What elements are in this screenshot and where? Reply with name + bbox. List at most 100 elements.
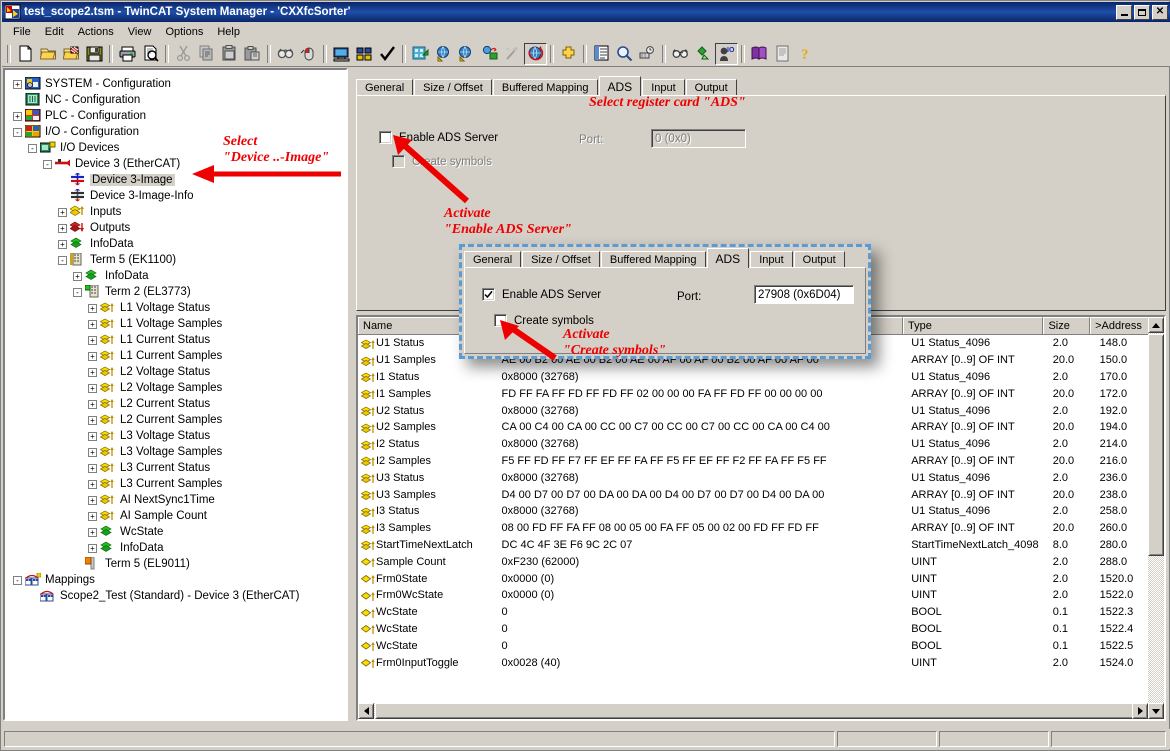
search-symbol-icon[interactable] — [613, 43, 636, 65]
minimize-button[interactable] — [1116, 4, 1132, 20]
menu-edit[interactable]: Edit — [38, 24, 71, 40]
scroll-right-button[interactable] — [1132, 703, 1148, 719]
tree-node[interactable]: + L3 Voltage Samples — [13, 444, 346, 460]
tree-node[interactable]: Scope2_Test (Standard) - Device 3 (Ether… — [13, 588, 346, 604]
enable-ads-server-checkbox[interactable] — [379, 131, 392, 144]
menu-options[interactable]: Options — [158, 24, 210, 40]
collapse-node-button[interactable]: - — [43, 159, 52, 169]
check-config-icon[interactable] — [376, 43, 399, 65]
tree-node[interactable]: + L3 Current Status — [13, 460, 346, 476]
expand-node-button[interactable]: + — [88, 511, 97, 521]
expand-node-button[interactable]: + — [58, 239, 67, 249]
table-row[interactable]: I2 Samples F5 FF FD FF F7 FF EF FF FA FF … — [358, 453, 1164, 470]
port-field[interactable]: 0 (0x0) — [651, 129, 746, 148]
tree-node[interactable]: - Mappings — [13, 572, 346, 588]
tree-node[interactable]: NC - Configuration — [13, 92, 346, 108]
tab-output[interactable]: Output — [685, 79, 737, 96]
tree-node[interactable]: + L3 Current Samples — [13, 476, 346, 492]
expand-node-button[interactable]: + — [88, 319, 97, 329]
expand-node-button[interactable]: + — [73, 271, 82, 281]
save-icon[interactable] — [83, 43, 106, 65]
expand-node-button[interactable]: + — [88, 335, 97, 345]
expand-node-button[interactable]: + — [58, 207, 67, 217]
tree-node[interactable]: + L1 Voltage Status — [13, 300, 346, 316]
expand-node-button[interactable]: + — [88, 527, 97, 537]
collapse-node-button[interactable]: - — [58, 255, 67, 265]
expand-node-button[interactable]: + — [13, 79, 22, 89]
tree-node[interactable]: + L2 Voltage Samples — [13, 380, 346, 396]
table-row[interactable]: U2 Samples CA 00 C4 00 CA 00 CC 00 C7 00 … — [358, 419, 1164, 436]
tab-ads[interactable]: ADS — [598, 76, 642, 96]
property-tab-strip[interactable]: General Size / Offset Buffered Mapping ADS I… — [356, 76, 738, 96]
collapse-node-button[interactable]: - — [13, 127, 22, 137]
overlay-tab-general[interactable]: General — [464, 251, 522, 268]
tree-node[interactable]: + PLC - Configuration — [13, 108, 346, 124]
tree-node[interactable]: + L1 Current Status — [13, 332, 346, 348]
table-row[interactable]: WcState 0 BOOL 0.1 1522.5 — [358, 637, 1164, 654]
table-row[interactable]: I3 Samples 08 00 FD FF FA FF 08 00 05 00 … — [358, 520, 1164, 537]
expand-node-button[interactable]: + — [88, 415, 97, 425]
table-row[interactable]: Frm0WcState 0x0000 (0) UINT 2.0 1522.0 — [358, 587, 1164, 604]
menu-actions[interactable]: Actions — [71, 24, 121, 40]
table-row[interactable]: StartTimeNextLatch DC 4C 4F 3E F6 9C 2C 0… — [358, 537, 1164, 554]
toggle-watch-icon[interactable] — [636, 43, 659, 65]
table-row[interactable]: U3 Status 0x8000 (32768) U1 Status_4096 2.0… — [358, 469, 1164, 486]
tree-node[interactable]: + AI Sample Count — [13, 508, 346, 524]
tree-node[interactable]: - Term 5 (EK1100) — [13, 252, 346, 268]
choose-target-icon[interactable] — [353, 43, 376, 65]
activate-config-icon[interactable] — [409, 43, 432, 65]
enable-ads-server-row[interactable]: Enable ADS Server — [379, 131, 498, 144]
overlay-port-field[interactable]: 27908 (0x6D04) — [754, 285, 854, 304]
expand-node-button[interactable]: + — [88, 351, 97, 361]
tree-node[interactable]: + L2 Voltage Status — [13, 364, 346, 380]
tree-node[interactable]: Device 3-Image — [13, 172, 346, 188]
eyeglasses-icon[interactable] — [669, 43, 692, 65]
tree-node[interactable]: + Outputs — [13, 220, 346, 236]
close-button[interactable]: ✕ — [1152, 4, 1168, 20]
tree-node[interactable]: + InfoData — [13, 540, 346, 556]
column-header-type[interactable]: Type — [903, 317, 1044, 334]
expand-node-button[interactable]: + — [58, 223, 67, 233]
tree-node[interactable]: + L2 Current Samples — [13, 412, 346, 428]
copy-icon[interactable] — [195, 43, 218, 65]
maximize-button[interactable] — [1134, 4, 1150, 20]
add-route-icon[interactable] — [557, 43, 580, 65]
table-body[interactable]: U1 Status 0x8000 (32768) U1 Status_4096 2.0… — [358, 335, 1164, 671]
tree-node[interactable]: - Term 2 (EL3773) — [13, 284, 346, 300]
table-row[interactable]: I1 Samples FD FF FA FF FD FF FD FF 02 00 … — [358, 385, 1164, 402]
tree-node[interactable]: Term 5 (EL9011) — [13, 556, 346, 572]
expand-node-button[interactable]: + — [88, 463, 97, 473]
collapse-node-button[interactable]: - — [28, 143, 37, 153]
expand-node-button[interactable]: + — [88, 399, 97, 409]
table-vertical-scrollbar[interactable] — [1148, 317, 1164, 719]
overlay-create-symbols-checkbox[interactable] — [494, 314, 507, 327]
table-row[interactable]: I2 Status 0x8000 (32768) U1 Status_4096 2.0… — [358, 436, 1164, 453]
print-preview-icon[interactable] — [139, 43, 162, 65]
overlay-enable-ads-server-row[interactable]: Enable ADS Server — [482, 288, 601, 301]
tree-node[interactable]: + AI NextSync1Time — [13, 492, 346, 508]
show-online-data-icon[interactable] — [590, 43, 613, 65]
overlay-tab-output[interactable]: Output — [793, 251, 845, 268]
tree-node[interactable]: + L2 Current Status — [13, 396, 346, 412]
overlay-tab-ads[interactable]: ADS — [706, 248, 750, 268]
mouse-select-icon[interactable] — [297, 43, 320, 65]
expand-node-button[interactable]: + — [88, 479, 97, 489]
symbol-table-panel[interactable]: NameOnlineTypeSize>Address U1 Status0x80… — [356, 315, 1166, 721]
overlay-tab-strip[interactable]: General Size / Offset Buffered Mapping ADS I… — [464, 248, 846, 268]
menu-view[interactable]: View — [121, 24, 159, 40]
scroll-down-button[interactable] — [1148, 703, 1164, 719]
print-icon[interactable] — [116, 43, 139, 65]
expand-node-button[interactable]: + — [13, 111, 22, 121]
magic-wand-icon[interactable] — [501, 43, 524, 65]
tree-node[interactable]: + InfoData — [13, 268, 346, 284]
reload-devices-icon[interactable] — [432, 43, 455, 65]
expand-node-button[interactable]: + — [88, 495, 97, 505]
column-header-size[interactable]: Size — [1043, 317, 1091, 334]
expand-node-button[interactable]: + — [88, 303, 97, 313]
green-leaf-icon[interactable] — [692, 43, 715, 65]
tree-node[interactable]: + InfoData — [13, 236, 346, 252]
overlay-tab-buffered-mapping[interactable]: Buffered Mapping — [600, 251, 706, 268]
expand-node-button[interactable]: + — [88, 367, 97, 377]
tree-node[interactable]: Device 3-Image-Info — [13, 188, 346, 204]
tree-node[interactable]: + Inputs — [13, 204, 346, 220]
